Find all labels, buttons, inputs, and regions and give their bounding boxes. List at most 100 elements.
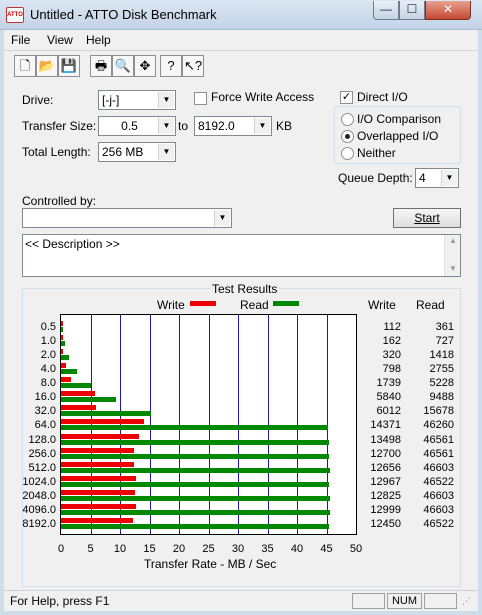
queue-depth-value: 4: [419, 171, 426, 185]
new-file-button[interactable]: 🗋: [14, 55, 36, 77]
context-help-button[interactable]: ↖?: [182, 55, 204, 77]
x-tick-label: 35: [261, 543, 274, 555]
new-file-icon: 🗋: [19, 58, 31, 73]
x-tick-label: 5: [87, 543, 94, 555]
to-label: to: [178, 119, 189, 133]
read-bar: [61, 495, 330, 501]
write-bar: [61, 433, 139, 439]
transfer-to-value: 8192.0: [198, 119, 235, 133]
write-value: 14371: [370, 419, 401, 432]
write-bar: [61, 335, 63, 341]
chevron-down-icon[interactable]: ▼: [214, 210, 230, 226]
transfer-size-tick-label: 512.0: [28, 461, 56, 474]
save-button[interactable]: 💾: [58, 55, 80, 77]
force-write-checkbox[interactable]: [194, 92, 207, 105]
transfer-size-label: Transfer Size:: [22, 119, 97, 133]
main-panel: Drive: [-j-] ▼ Force Write Access ✓ Dire…: [4, 80, 478, 590]
start-button[interactable]: Start: [393, 208, 461, 228]
write-bar: [61, 349, 63, 355]
description-textarea[interactable]: << Description >> ▲ ▼: [22, 234, 461, 277]
menu-file[interactable]: File: [11, 33, 30, 47]
print-button[interactable]: 🖶: [90, 55, 112, 77]
read-value: 46603: [423, 503, 454, 516]
read-value: 2755: [429, 363, 454, 376]
minimize-button[interactable]: —: [373, 1, 399, 20]
total-length-label: Total Length:: [22, 145, 91, 159]
window-title: Untitled - ATTO Disk Benchmark: [30, 7, 217, 22]
drive-select[interactable]: [-j-] ▼: [98, 90, 176, 110]
read-bar: [61, 425, 328, 431]
x-tick-label: 0: [57, 543, 65, 555]
chevron-down-icon[interactable]: ▼: [158, 92, 174, 108]
transfer-size-to-select[interactable]: 8192.0 ▼: [194, 116, 272, 136]
transfer-size-tick-label: 1.0: [40, 335, 56, 348]
scroll-down-icon[interactable]: ▼: [449, 264, 457, 273]
overlapped-io-radio[interactable]: [341, 130, 354, 143]
close-button[interactable]: ✕: [425, 1, 471, 20]
print-preview-button[interactable]: 🔍: [112, 55, 134, 77]
chevron-down-icon[interactable]: ▼: [158, 118, 174, 134]
write-bar: [61, 377, 72, 383]
move-button[interactable]: ✥: [134, 55, 156, 77]
x-axis-label: Transfer Rate - MB / Sec: [144, 557, 277, 571]
write-value: 798: [382, 363, 401, 376]
test-results-title: Test Results: [210, 282, 280, 296]
write-value: 6012: [376, 405, 401, 418]
x-tick-label: 25: [202, 543, 215, 555]
x-tick-label: 15: [143, 543, 156, 555]
read-column-header: Read: [416, 298, 445, 312]
start-button-label: Start: [414, 211, 440, 225]
write-bar: [61, 363, 66, 369]
total-length-select[interactable]: 256 MB ▼: [98, 142, 176, 162]
read-value: 46603: [423, 461, 454, 474]
scroll-up-icon[interactable]: ▲: [449, 236, 457, 245]
open-folder-button[interactable]: 📂: [36, 55, 58, 77]
x-tick-label: 40: [290, 543, 304, 555]
read-value: 1418: [429, 349, 454, 362]
maximize-button[interactable]: ☐: [399, 1, 425, 20]
menu-help[interactable]: Help: [86, 33, 111, 47]
write-bar: [61, 461, 134, 467]
write-value: 320: [382, 349, 401, 362]
direct-io-checkbox[interactable]: ✓: [340, 91, 353, 104]
kb-label: KB: [276, 119, 293, 133]
queue-depth-select[interactable]: 4 ▼: [415, 168, 459, 188]
drive-label: Drive:: [22, 93, 54, 107]
help-icon: ?: [167, 58, 175, 73]
status-help-text: For Help, press F1: [10, 594, 110, 608]
window-frame-right: [478, 30, 482, 615]
transfer-size-tick-label: 8192.0: [22, 517, 56, 530]
controlled-by-select[interactable]: ▼: [22, 208, 232, 228]
chevron-down-icon[interactable]: ▼: [441, 170, 457, 186]
chevron-down-icon[interactable]: ▼: [158, 144, 174, 160]
atto-app-icon: ATTO: [6, 7, 24, 23]
title-bar[interactable]: ATTO Untitled - ATTO Disk Benchmark — ☐ …: [0, 0, 482, 30]
transfer-size-tick-label: 2048.0: [22, 489, 56, 502]
transfer-size-from-select[interactable]: 0.5 ▼: [98, 116, 176, 136]
help-button[interactable]: ?: [160, 55, 182, 77]
save-icon: 💾: [60, 58, 78, 73]
open-folder-icon: 📂: [38, 58, 56, 73]
transfer-size-tick-label: 64.0: [34, 419, 56, 432]
neither-radio[interactable]: [341, 147, 354, 160]
read-value: 46260: [423, 419, 454, 432]
description-scrollbar[interactable]: ▲ ▼: [444, 235, 460, 276]
read-value: 727: [435, 335, 454, 348]
write-bar: [61, 321, 63, 326]
queue-depth-label: Queue Depth:: [338, 171, 413, 185]
read-bar: [61, 411, 152, 417]
write-value: 112: [383, 321, 401, 333]
chevron-down-icon[interactable]: ▼: [254, 118, 270, 134]
read-bar: [61, 383, 92, 389]
write-bar: [61, 517, 133, 523]
x-tick-label: 50: [349, 543, 363, 555]
transfer-from-value: 0.5: [121, 119, 138, 133]
io-comparison-radio[interactable]: [341, 113, 354, 126]
status-panel-scroll: [424, 593, 457, 609]
write-bar: [61, 489, 135, 495]
x-tick-label: 20: [172, 543, 186, 555]
resize-grip-icon[interactable]: ⋰: [462, 596, 471, 607]
menu-view[interactable]: View: [47, 33, 73, 47]
x-tick-label: 45: [320, 543, 333, 555]
transfer-size-tick-label: 8.0: [40, 377, 56, 390]
